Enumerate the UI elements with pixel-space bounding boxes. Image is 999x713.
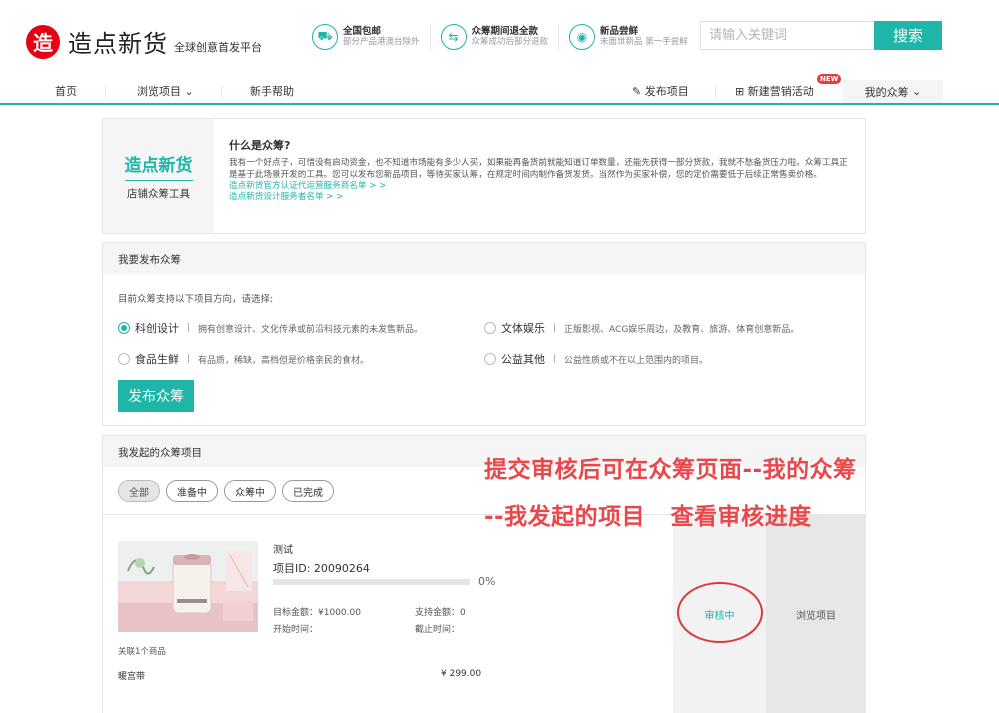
option-desc: 拥有创意设计、文化传承或前沿科技元素的未发售新品。 bbox=[198, 324, 424, 335]
feature-title: 众筹期间退全款 bbox=[471, 26, 539, 37]
option-separator: | bbox=[187, 323, 191, 333]
feature-refund: ⇆ 众筹期间退全款 众筹成功后部分退款 bbox=[440, 24, 560, 50]
project-name[interactable]: 测试 bbox=[273, 541, 370, 556]
feature-desc: 众筹成功后部分退款 bbox=[471, 37, 549, 47]
project-actions-column: 浏览项目 bbox=[766, 515, 866, 713]
project-info: 测试 项目ID: 20090264 bbox=[273, 541, 370, 576]
option-name: 文体娱乐 bbox=[501, 322, 545, 335]
publish-crowdfunding-button[interactable]: 发布众筹 bbox=[118, 380, 194, 412]
annotation-line-1: 提交审核后可在众筹页面--我的众筹 bbox=[484, 457, 857, 483]
option-charity[interactable]: 公益其他 | 公益性质或不在以上范围内的项目。 bbox=[484, 351, 708, 367]
search-button[interactable]: 搜索 bbox=[874, 21, 942, 50]
feature-title: 全国包邮 bbox=[343, 26, 382, 37]
project-support-amount: 支持金额：0 bbox=[415, 608, 466, 618]
nav-mine-label: 我的众筹 bbox=[864, 85, 909, 99]
option-separator: | bbox=[553, 354, 557, 364]
radio-icon[interactable] bbox=[484, 322, 496, 334]
filter-completed[interactable]: 已完成 bbox=[282, 480, 334, 502]
option-food[interactable]: 食品生鲜 | 有品质，稀缺，高档但是价格亲民的食材。 bbox=[118, 351, 369, 367]
site-header: 造 造点新货 全球创意首发平台 ⛟ 全国包邮 部分产品港澳台除外 ⇆ 众筹期间退… bbox=[0, 0, 999, 80]
option-name: 食品生鲜 bbox=[135, 353, 179, 366]
main-nav: 首页 浏览项目 ⌄ 新手帮助 ✎ 发布项目 ⊞ 新建营销活动 NEW 我的众筹 … bbox=[0, 74, 999, 105]
publish-heading: 我要发布众筹 bbox=[103, 243, 865, 274]
designer-list-link[interactable]: 造点新货设计服务者名单 > > bbox=[229, 192, 851, 203]
project-end-time: 截止时间： bbox=[415, 625, 461, 635]
filter-preparing[interactable]: 准备中 bbox=[166, 480, 218, 502]
feature-new-product: ◉ 新品尝鲜 未面世新品 第一手尝鲜 bbox=[569, 24, 698, 50]
logo-mark-icon: 造 bbox=[26, 24, 60, 59]
intro-card: 造点新货 店铺众筹工具 什么是众筹? 我有一个好点子，可惜没有启动资金，也不知道… bbox=[102, 118, 866, 234]
status-filters: 全部 准备中 众筹中 已完成 bbox=[118, 480, 340, 502]
publish-hint: 目前众筹支持以下项目方向，请选择: bbox=[118, 294, 274, 305]
site-logo[interactable]: 造 造点新货 全球创意首发平台 bbox=[26, 24, 262, 59]
option-entertainment[interactable]: 文体娱乐 | 正版影视、ACG娱乐周边，及教育、旅游、体育创意新品。 bbox=[484, 320, 799, 336]
truck-icon: ⛟ bbox=[312, 24, 338, 50]
intro-brand-panel: 造点新货 店铺众筹工具 bbox=[103, 119, 214, 233]
project-progress-bar bbox=[273, 579, 470, 585]
project-start-time: 开始时间： bbox=[273, 625, 319, 635]
option-separator: | bbox=[187, 354, 191, 364]
option-tech-design[interactable]: 科创设计 | 拥有创意设计、文化传承或前沿科技元素的未发售新品。 bbox=[118, 320, 423, 336]
nav-divider bbox=[105, 86, 106, 98]
chevron-down-icon: ⌄ bbox=[912, 85, 922, 98]
project-thumbnail-graphic bbox=[118, 541, 258, 632]
gift-icon: ⊞ bbox=[735, 85, 745, 98]
intro-brand: 造点新货 bbox=[124, 151, 193, 181]
nav-home[interactable]: 首页 bbox=[55, 83, 77, 99]
edit-icon: ✎ bbox=[632, 85, 642, 98]
project-thumbnail[interactable] bbox=[118, 541, 258, 632]
nav-help[interactable]: 新手帮助 bbox=[250, 83, 294, 99]
nav-divider bbox=[221, 86, 222, 98]
option-name: 公益其他 bbox=[501, 353, 545, 366]
logo-tagline: 全球创意首发平台 bbox=[174, 40, 262, 54]
option-name: 科创设计 bbox=[135, 322, 179, 335]
nav-browse-label: 浏览项目 bbox=[137, 85, 181, 98]
linked-goods-count: 关联1个商品 bbox=[118, 647, 166, 657]
refund-icon: ⇆ bbox=[440, 24, 467, 50]
intro-content: 什么是众筹? 我有一个好点子，可惜没有启动资金，也不知道市场能有多少人买，如果能… bbox=[214, 119, 865, 233]
view-project-button[interactable]: 浏览项目 bbox=[766, 607, 866, 622]
service-provider-link[interactable]: 造点新货官方认证代运营服务商名单 > > bbox=[229, 181, 851, 192]
goods-price: ¥ 299.00 bbox=[441, 669, 482, 679]
search-input[interactable] bbox=[700, 21, 874, 50]
speaker-icon: ◉ bbox=[569, 24, 596, 50]
chevron-down-icon: ⌄ bbox=[184, 85, 194, 98]
search-bar: 搜索 bbox=[700, 21, 942, 50]
radio-selected-icon[interactable] bbox=[118, 322, 130, 334]
nav-publish[interactable]: ✎ 发布项目 bbox=[632, 83, 689, 99]
feature-desc: 未面世新品 第一手尝鲜 bbox=[600, 37, 688, 47]
intro-text: 我有一个好点子，可惜没有启动资金，也不知道市场能有多少人买，如果能再备货前就能知… bbox=[229, 158, 848, 180]
status-highlight-circle bbox=[677, 582, 763, 643]
feature-desc: 部分产品港澳台除外 bbox=[343, 37, 420, 47]
filter-ongoing[interactable]: 众筹中 bbox=[224, 480, 276, 502]
feature-title: 新品尝鲜 bbox=[600, 26, 639, 37]
option-separator: | bbox=[553, 323, 557, 333]
option-desc: 公益性质或不在以上范围内的项目。 bbox=[564, 355, 709, 366]
option-desc: 有品质，稀缺，高档但是价格亲民的食材。 bbox=[198, 355, 370, 366]
intro-subtitle: 店铺众筹工具 bbox=[127, 188, 190, 200]
project-progress-percent: 0% bbox=[478, 575, 496, 588]
nav-divider bbox=[715, 86, 716, 98]
nav-campaign-label: 新建营销活动 bbox=[747, 85, 814, 98]
nav-browse[interactable]: 浏览项目 ⌄ bbox=[137, 83, 194, 99]
project-target-amount: 目标金额：¥1000.00 bbox=[273, 608, 361, 618]
logo-name: 造点新货 bbox=[68, 30, 168, 58]
feature-strip: ⛟ 全国包邮 部分产品港澳台除外 ⇆ 众筹期间退全款 众筹成功后部分退款 ◉ 新… bbox=[312, 24, 708, 50]
filter-all[interactable]: 全部 bbox=[118, 480, 160, 502]
feature-free-shipping: ⛟ 全国包邮 部分产品港澳台除外 bbox=[312, 24, 431, 50]
nav-publish-label: 发布项目 bbox=[644, 85, 689, 98]
radio-icon[interactable] bbox=[118, 353, 130, 365]
radio-icon[interactable] bbox=[484, 353, 496, 365]
intro-question: 什么是众筹? bbox=[229, 139, 291, 152]
option-desc: 正版影视、ACG娱乐周边，及教育、旅游、体育创意新品。 bbox=[564, 324, 800, 335]
new-badge: NEW bbox=[817, 74, 842, 84]
nav-my-crowdfunding[interactable]: 我的众筹 ⌄ bbox=[843, 80, 943, 103]
annotation-line-2: --我发起的项目 查看审核进度 bbox=[484, 504, 812, 530]
project-id: 项目ID: 20090264 bbox=[273, 562, 370, 575]
nav-campaign[interactable]: ⊞ 新建营销活动 bbox=[735, 83, 814, 99]
goods-name: 暖宫带 bbox=[118, 672, 146, 682]
publish-card: 我要发布众筹 目前众筹支持以下项目方向，请选择: 科创设计 | 拥有创意设计、文… bbox=[102, 242, 866, 426]
